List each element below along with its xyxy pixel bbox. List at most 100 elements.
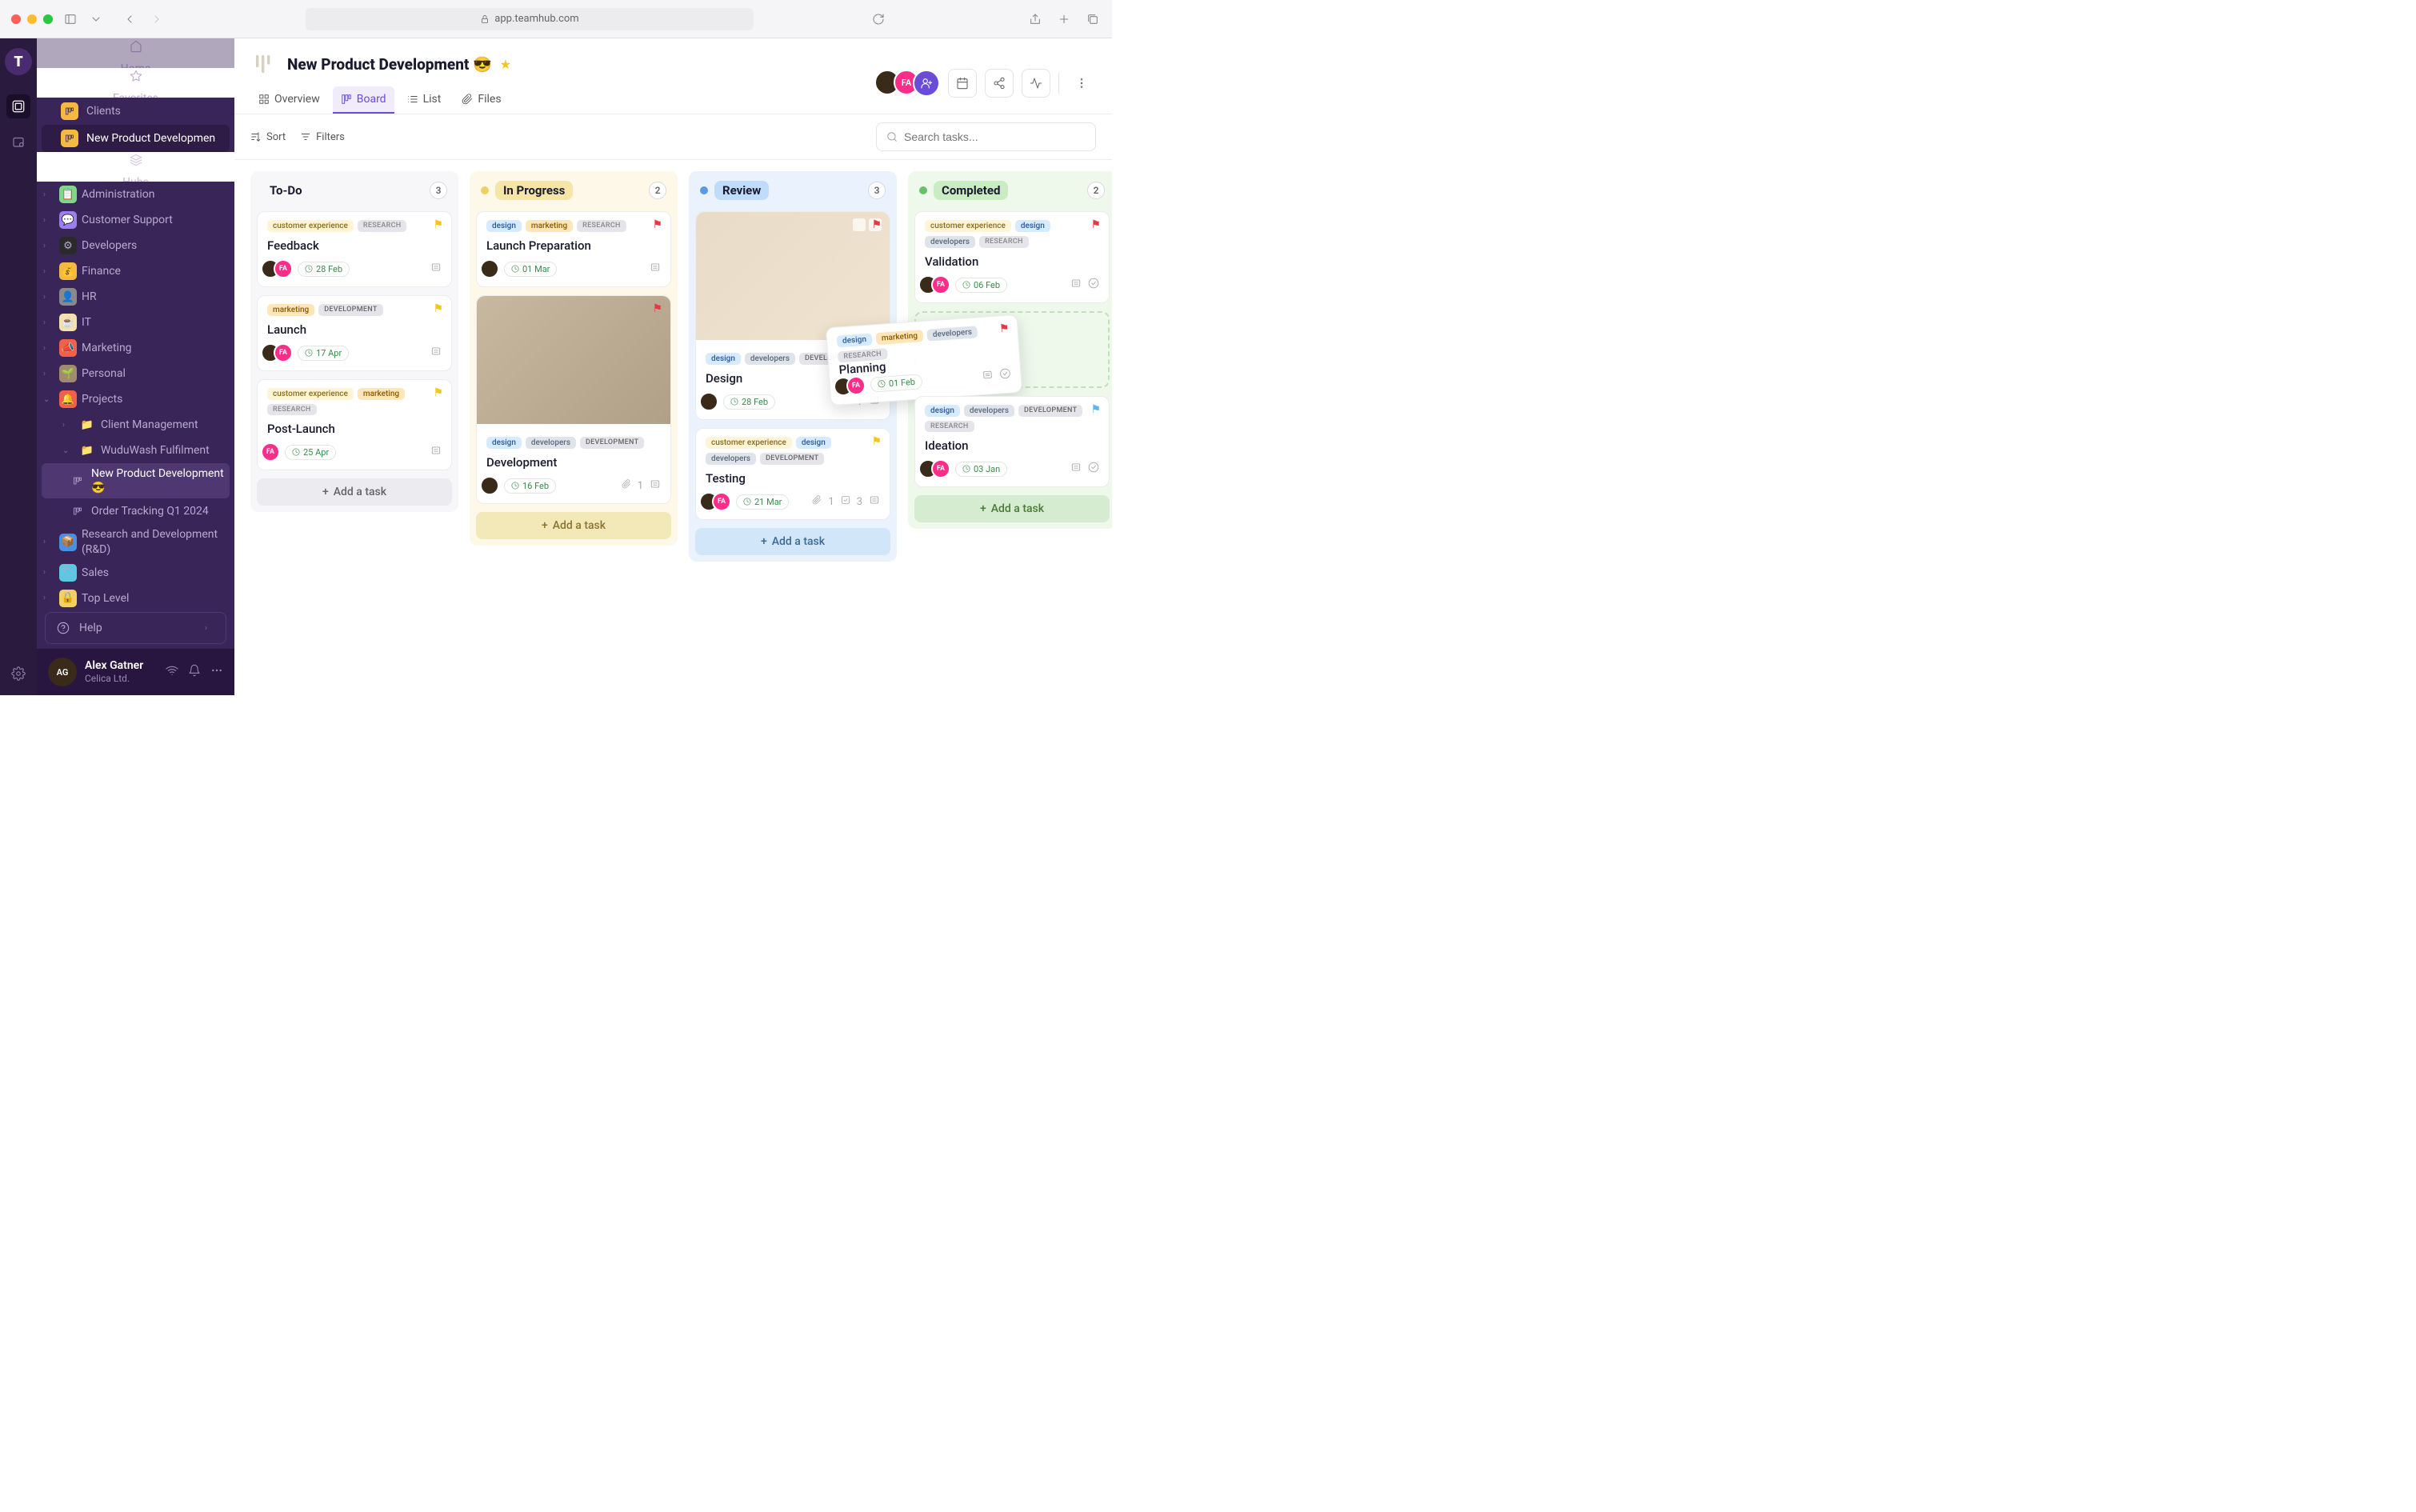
people-icon[interactable] xyxy=(6,130,30,154)
tabs-icon[interactable] xyxy=(1085,11,1101,27)
workspace-icon[interactable] xyxy=(6,94,30,118)
list-icon[interactable] xyxy=(430,262,442,276)
settings-icon[interactable] xyxy=(6,662,30,686)
flag-icon[interactable]: ⚑ xyxy=(1090,218,1101,231)
maximize-window[interactable] xyxy=(43,14,53,24)
assignees[interactable]: FA xyxy=(267,442,280,462)
column-header[interactable]: To-Do 3 xyxy=(257,178,452,203)
check-circle-icon[interactable] xyxy=(1088,278,1099,292)
sidebar-hub-item[interactable]: › 📦 Research and Development (R&D) xyxy=(37,524,234,559)
flag-icon[interactable]: ⚑ xyxy=(652,218,662,231)
close-window[interactable] xyxy=(11,14,21,24)
flag-icon[interactable]: ⚑ xyxy=(871,435,882,448)
dragging-card[interactable]: ⚑ designmarketingdevelopersRESEARCH Plan… xyxy=(826,314,1022,406)
more-options-button[interactable] xyxy=(1067,69,1096,98)
list-icon[interactable] xyxy=(650,262,661,276)
task-card[interactable]: ⚑customer experienceRESEARCHFeedbackFA 2… xyxy=(257,211,452,287)
add-task-button[interactable]: +Add a task xyxy=(476,512,671,539)
due-date[interactable]: 06 Feb xyxy=(955,278,1007,293)
flag-icon[interactable]: ⚑ xyxy=(433,218,443,231)
assignees[interactable]: FA xyxy=(925,275,950,294)
task-card[interactable]: ⚑customer experiencemarketingRESEARCHPos… xyxy=(257,379,452,470)
sidebar-fav-clients[interactable]: Clients xyxy=(37,98,234,125)
tab-overview[interactable]: Overview xyxy=(250,86,328,114)
assignees[interactable]: FA xyxy=(839,375,866,396)
due-date[interactable]: 21 Mar xyxy=(736,494,789,510)
list-icon[interactable] xyxy=(1070,278,1082,292)
share-icon[interactable] xyxy=(1027,11,1043,27)
column-header[interactable]: Review 3 xyxy=(695,178,890,203)
flag-icon[interactable]: ⚑ xyxy=(433,302,443,315)
activity-button[interactable] xyxy=(1022,69,1050,98)
attach-icon[interactable] xyxy=(812,495,822,508)
favorite-star[interactable]: ★ xyxy=(500,57,511,72)
sidebar-hub-item[interactable]: › 📋 Administration xyxy=(37,182,234,207)
assignees[interactable]: FA xyxy=(706,492,731,511)
task-card[interactable]: ⚑designmarketingRESEARCHLaunch Preparati… xyxy=(476,211,671,287)
task-card[interactable]: ⚑customer experiencedesigndevelopersDEVE… xyxy=(695,428,890,520)
sidebar-favorites[interactable]: Favorites xyxy=(37,68,234,98)
help-button[interactable]: Help › xyxy=(45,612,226,644)
bell-icon[interactable] xyxy=(188,664,201,680)
flag-icon[interactable]: ⚑ xyxy=(652,302,662,315)
attach-icon[interactable] xyxy=(622,479,631,492)
forward-button[interactable] xyxy=(149,11,165,27)
sidebar-board-item[interactable]: New Product Development 😎 xyxy=(42,463,230,498)
reload-icon[interactable] xyxy=(870,11,886,27)
sidebar-hub-item[interactable]: › 🔒 Top Level xyxy=(37,586,234,607)
wifi-icon[interactable] xyxy=(166,664,178,680)
sidebar-folder-item[interactable]: › 📁 Client Management xyxy=(37,412,234,438)
sidebar-hub-item[interactable]: › 🏷 Sales xyxy=(37,560,234,586)
check-icon[interactable] xyxy=(841,495,850,508)
due-date[interactable]: 25 Apr xyxy=(285,445,336,460)
list-icon[interactable] xyxy=(650,478,661,493)
due-date[interactable]: 03 Jan xyxy=(955,462,1007,477)
url-bar[interactable]: app.teamhub.com xyxy=(306,8,754,30)
sidebar-board-item[interactable]: Order Tracking Q1 2024 xyxy=(37,498,234,524)
user-profile[interactable]: AG Alex Gatner Celica Ltd. xyxy=(37,649,234,695)
tab-files[interactable]: Files xyxy=(454,86,509,114)
add-member-button[interactable] xyxy=(913,70,940,97)
more-icon[interactable] xyxy=(210,664,223,680)
sidebar-hub-item[interactable]: › 📣 Marketing xyxy=(37,335,234,361)
filters-button[interactable]: Filters xyxy=(300,131,345,143)
sidebar-hub-item[interactable]: › ⚙ Developers xyxy=(37,233,234,258)
due-date[interactable]: 17 Apr xyxy=(298,346,349,361)
check-circle-icon[interactable] xyxy=(1088,462,1099,476)
sidebar-hub-item[interactable]: › 💬 Customer Support xyxy=(37,207,234,233)
drop-zone[interactable]: ⚑ designmarketingdevelopersRESEARCH Plan… xyxy=(914,311,1110,388)
new-tab-icon[interactable] xyxy=(1056,11,1072,27)
flag-icon[interactable]: ⚑ xyxy=(871,218,882,231)
sidebar-hubs-header[interactable]: Hubs +New Hub xyxy=(37,152,234,182)
assignees[interactable]: FA xyxy=(267,259,293,278)
tab-board[interactable]: Board xyxy=(333,86,394,114)
search-input[interactable] xyxy=(904,130,1086,143)
column-header[interactable]: Completed 2 xyxy=(914,178,1110,203)
due-date[interactable]: 16 Feb xyxy=(504,478,556,494)
sidebar-hub-item[interactable]: ⌄ 🔔 Projects xyxy=(37,386,234,412)
task-card[interactable]: ⚑designdevelopersDEVELOPMENTDevelopment … xyxy=(476,295,671,504)
add-task-button[interactable]: +Add a task xyxy=(257,478,452,506)
due-date[interactable]: 01 Mar xyxy=(504,262,557,277)
share-button[interactable] xyxy=(985,69,1014,98)
list-icon[interactable] xyxy=(869,494,880,509)
back-button[interactable] xyxy=(122,11,138,27)
calendar-button[interactable] xyxy=(948,69,977,98)
flag-icon[interactable]: ⚑ xyxy=(1090,403,1101,416)
task-card[interactable]: ⚑designdevelopersDEVELOPMENTRESEARCHIdea… xyxy=(914,396,1110,487)
sidebar-folder-item[interactable]: ⌄ 📁 WuduWash Fulfilment xyxy=(37,438,234,463)
sidebar-home[interactable]: Home xyxy=(37,38,234,68)
column-header[interactable]: In Progress 2 xyxy=(476,178,671,203)
due-date[interactable]: 28 Feb xyxy=(723,394,775,410)
add-task-button[interactable]: +Add a task xyxy=(695,528,890,555)
task-card[interactable]: ⚑customer experiencedesigndevelopersRESE… xyxy=(914,211,1110,303)
member-avatars[interactable]: FA xyxy=(881,70,940,97)
tab-list[interactable]: List xyxy=(399,86,450,114)
flag-icon[interactable]: ⚑ xyxy=(433,386,443,399)
list-icon[interactable] xyxy=(430,346,442,360)
assignees[interactable]: FA xyxy=(267,343,293,362)
task-card[interactable]: ⚑marketingDEVELOPMENTLaunchFA 17 Apr xyxy=(257,295,452,371)
add-task-button[interactable]: +Add a task xyxy=(914,495,1110,522)
sidebar-fav-product[interactable]: New Product Developmen xyxy=(42,125,230,152)
sidebar-hub-item[interactable]: › 💰 Finance xyxy=(37,258,234,284)
